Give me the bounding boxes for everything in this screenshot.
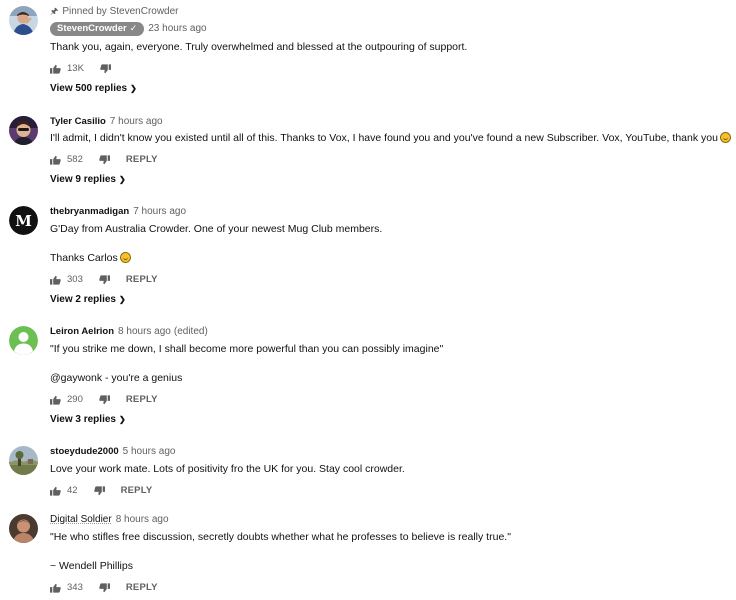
chevron-down-icon[interactable]: ❯ (119, 175, 126, 184)
comment-text-line2: ~ Wendell Phillips (50, 560, 133, 572)
thumbs-up-icon[interactable] (50, 64, 61, 74)
author-name[interactable]: Tyler Casilio (50, 116, 106, 127)
like-count: 582 (67, 154, 83, 165)
edited-label: (edited) (173, 326, 208, 337)
pin-icon: 🖈 (50, 6, 59, 16)
comment-header: StevenCrowder ✓ 23 hours ago (50, 22, 207, 36)
reply-button[interactable]: REPLY (126, 394, 158, 405)
thumbs-up-icon[interactable] (50, 395, 61, 405)
author-name[interactable]: stoeydude2000 (50, 446, 119, 457)
pinned-label: 🖈 Pinned by StevenCrowder (50, 4, 179, 20)
reply-button[interactable]: REPLY (126, 154, 158, 165)
author-name[interactable]: thebryanmadigan (50, 206, 129, 217)
avatar[interactable] (9, 446, 38, 475)
view-replies-button[interactable]: View 500 replies ❯ (50, 83, 137, 94)
like-count: 303 (67, 274, 83, 285)
timestamp[interactable]: 8 hours ago (118, 326, 171, 337)
chevron-down-icon[interactable]: ❯ (130, 84, 137, 93)
thumbs-down-icon[interactable] (99, 154, 110, 165)
thumbs-down-icon[interactable] (99, 394, 110, 405)
like-count: 42 (67, 485, 78, 496)
comment-text: G'Day from Australia Crowder. One of you… (50, 223, 383, 235)
like-count: 13K (67, 63, 84, 74)
comment-text-line2: Thanks Carlos (50, 252, 131, 264)
avatar[interactable] (9, 514, 38, 543)
thumbs-up-icon[interactable] (50, 486, 61, 496)
chevron-down-icon[interactable]: ❯ (119, 295, 126, 304)
author-name[interactable]: Leiron Aelrion (50, 326, 114, 337)
reply-button[interactable]: REPLY (126, 274, 158, 285)
thumbs-down-icon[interactable] (99, 582, 110, 593)
comment-text: "If you strike me down, I shall become m… (50, 343, 444, 355)
thumbs-up-icon[interactable] (50, 155, 61, 165)
timestamp[interactable]: 8 hours ago (116, 514, 169, 525)
pinned-text: Pinned by StevenCrowder (62, 6, 179, 17)
comment-header: Digital Soldier 8 hours ago (50, 514, 169, 525)
thumbs-down-icon[interactable] (93, 485, 105, 496)
author-name[interactable]: StevenCrowder (57, 23, 127, 34)
view-replies-button[interactable]: View 2 replies ❯ (50, 294, 126, 305)
thumbs-up-icon[interactable] (50, 583, 61, 593)
like-count: 290 (67, 394, 83, 405)
view-replies-button[interactable]: View 3 replies ❯ (50, 414, 126, 425)
check-icon: ✓ (129, 23, 138, 33)
comment-actions: 303 REPLY (50, 274, 158, 285)
comment-text: "He who stifles free discussion, secretl… (50, 531, 511, 543)
like-count: 343 (67, 582, 83, 593)
comment-text-line2: @gaywonk - you're a genius (50, 372, 183, 384)
comment-actions: 343 REPLY (50, 582, 158, 593)
timestamp[interactable]: 7 hours ago (110, 116, 163, 127)
smiley-emoji-icon (119, 252, 131, 263)
comment-actions: 290 REPLY (50, 394, 158, 405)
comment-text-body: I'll admit, I didn't know you existed un… (50, 132, 718, 144)
comment-header: Leiron Aelrion 8 hours ago (edited) (50, 326, 208, 337)
avatar[interactable] (9, 326, 38, 355)
comment-header: thebryanmadigan 7 hours ago (50, 206, 186, 217)
view-replies-label[interactable]: View 9 replies (50, 174, 116, 185)
author-name[interactable]: Digital Soldier (50, 514, 112, 525)
smiley-emoji-icon (719, 132, 731, 143)
avatar[interactable] (9, 6, 38, 35)
comment-text: Thank you, again, everyone. Truly overwh… (50, 41, 468, 53)
comment-text-body: Thanks Carlos (50, 252, 118, 264)
comment-header: stoeydude2000 5 hours ago (50, 446, 175, 457)
view-replies-button[interactable]: View 9 replies ❯ (50, 174, 126, 185)
timestamp[interactable]: 23 hours ago (148, 23, 206, 34)
avatar-letter: M (15, 212, 32, 230)
thumbs-up-icon[interactable] (50, 275, 61, 285)
timestamp[interactable]: 7 hours ago (133, 206, 186, 217)
reply-button[interactable]: REPLY (126, 582, 158, 593)
reply-button[interactable]: REPLY (121, 485, 153, 496)
author-chip[interactable]: StevenCrowder ✓ (50, 22, 145, 36)
thumbs-down-icon[interactable] (100, 63, 111, 74)
view-replies-label[interactable]: View 500 replies (50, 83, 127, 94)
comment-text: Love your work mate. Lots of positivity … (50, 463, 405, 475)
timestamp[interactable]: 5 hours ago (123, 446, 176, 457)
comment-actions: 42 REPLY (50, 485, 152, 496)
avatar[interactable] (9, 116, 38, 145)
comment-header: Tyler Casilio 7 hours ago (50, 116, 163, 127)
view-replies-label[interactable]: View 3 replies (50, 414, 116, 425)
chevron-down-icon[interactable]: ❯ (119, 415, 126, 424)
comment-text: I'll admit, I didn't know you existed un… (50, 132, 731, 144)
avatar[interactable]: M (9, 206, 38, 235)
comment-actions: 13K (50, 63, 111, 74)
view-replies-label[interactable]: View 2 replies (50, 294, 116, 305)
thumbs-down-icon[interactable] (99, 274, 110, 285)
comment-actions: 582 REPLY (50, 154, 158, 165)
